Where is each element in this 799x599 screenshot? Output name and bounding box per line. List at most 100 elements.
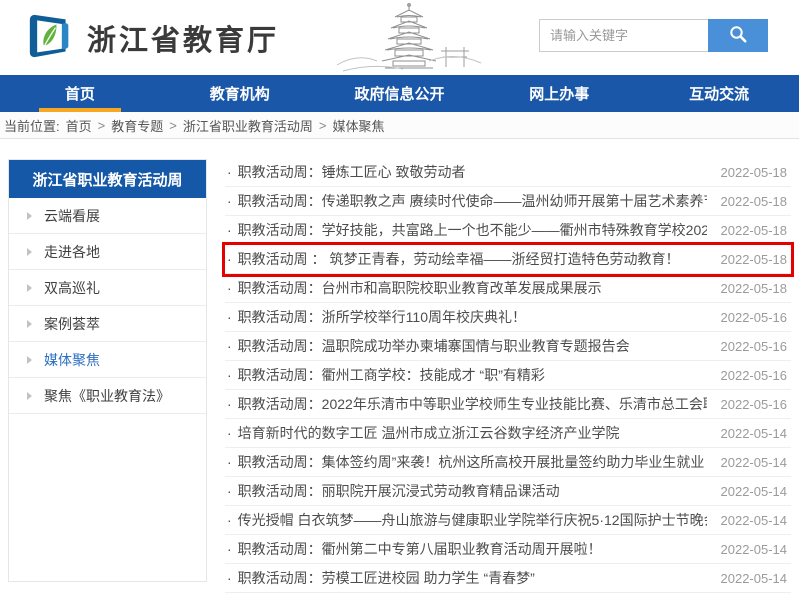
news-title-text: 传光授帽 白衣筑梦——舟山旅游与健康职业学院举行庆祝5·12国际护士节晚会 [238, 510, 707, 530]
news-title-text: 职教活动周：集体签约周”来袭！杭州这所高校开展批量签约助力毕业生就业 [238, 452, 705, 472]
bullet: · [227, 164, 232, 180]
news-row: ·职教活动周：丽职院开展沉浸式劳动教育精品课活动 2022-05-14 [225, 477, 791, 506]
news-title-text: 职教活动周：台州市和高职院校职业教育改革发展成果展示 [238, 278, 602, 298]
nav-item-interaction[interactable]: 互动交流 [639, 75, 799, 112]
news-row: ·职教活动周：浙所学校举行110周年校庆典礼！ 2022-05-16 [225, 303, 791, 332]
breadcrumb-separator: > [169, 118, 177, 133]
sidebar-item-label: 双高巡礼 [44, 278, 100, 298]
site-logo[interactable]: 浙江省教育厅 [28, 10, 279, 65]
news-list: · 职教活动周：锤炼工匠心 致敬劳动者 2022-05-18 · 职教活动周：传递职… [225, 158, 791, 593]
news-link[interactable]: ·职教活动周：学好技能，共富路上一个也不能少——衢州市特殊教育学校2022年职业… [225, 220, 707, 240]
bullet: · [227, 251, 232, 267]
news-date: 2022-05-18 [721, 281, 792, 296]
sidebar-item-label: 案例荟萃 [44, 314, 100, 334]
content-area: 浙江省职业教育活动周 云端看展 走进各地 双高巡礼 案例荟萃 媒体聚焦 聚焦《职… [0, 139, 799, 599]
news-title-text: 职教活动周：传递职教之声 赓续时代使命——温州幼师开展第十届艺术素养节比赛暨职业… [238, 191, 707, 211]
nav-item-online-services[interactable]: 网上办事 [479, 75, 639, 112]
breadcrumb-separator: > [319, 118, 327, 133]
bullet: · [227, 367, 232, 383]
sidebar-item-label: 云端看展 [44, 206, 100, 226]
news-date: 2022-05-14 [721, 455, 792, 470]
nav-label: 首页 [65, 83, 95, 104]
news-row: · 职教活动周：衢州第二中专第八届职业教育活动周开展啦！ 2022-05-14 [225, 535, 791, 564]
news-link[interactable]: · 职教活动周：温职院成功举办柬埔寨国情与职业教育专题报告会 [225, 336, 630, 356]
sidebar-item-regions[interactable]: 走进各地 [9, 234, 206, 270]
nav-label: 政府信息公开 [354, 83, 444, 104]
news-date: 2022-05-16 [721, 368, 792, 383]
news-link[interactable]: ·职教活动周：丽职院开展沉浸式劳动教育精品课活动 [225, 481, 560, 501]
bullet: · [227, 425, 232, 441]
news-row-highlighted: ·职教活动周 ： 筑梦正青春，劳动绘幸福——浙经贸打造特色劳动教育！ 2022-… [225, 245, 791, 274]
news-link[interactable]: · 职教活动周：集体签约周”来袭！杭州这所高校开展批量签约助力毕业生就业 [225, 452, 704, 472]
sidebar: 浙江省职业教育活动周 云端看展 走进各地 双高巡礼 案例荟萃 媒体聚焦 聚焦《职… [8, 159, 207, 582]
news-row: ·职教活动周：劳模工匠进校园 助力学生 “青春梦” 2022-05-14 [225, 564, 791, 593]
chevron-right-icon [27, 392, 32, 400]
news-link[interactable]: · 职教活动周：2022年乐清市中等职业学校师生专业技能比赛、乐清市总工会职业技术… [225, 394, 707, 414]
book-leaf-icon [28, 10, 72, 65]
news-row: ·职教活动周：锤炼工匠心 致敬劳动者 2022-05-18 [225, 158, 791, 187]
breadcrumb: 当前位置: 首页 > 教育专题 > 浙江省职业教育活动周 > 媒体聚焦 [0, 112, 799, 139]
nav-item-gov-info[interactable]: 政府信息公开 [320, 75, 480, 112]
news-link[interactable]: · 培育新时代的数字工匠 温州市成立浙江云谷数字经济产业学院 [225, 423, 620, 443]
breadcrumb-separator: > [98, 118, 106, 133]
news-link[interactable]: · 职教活动周：锤炼工匠心 致敬劳动者 [225, 162, 466, 182]
news-title-text: 培育新时代的数字工匠 温州市成立浙江云谷数字经济产业学院 [238, 423, 620, 443]
news-row: ·传光授帽 白衣筑梦——舟山旅游与健康职业学院举行庆祝5·12国际护士节晚会 2… [225, 506, 791, 535]
nav-label: 网上办事 [529, 83, 589, 104]
bullet: · [227, 338, 232, 354]
sidebar-item-case-collection[interactable]: 案例荟萃 [9, 306, 206, 342]
bullet: · [227, 454, 232, 470]
news-link[interactable]: ·职教活动周 ： 筑梦正青春，劳动绘幸福——浙经贸打造特色劳动教育！ [225, 249, 679, 269]
news-title-text: 职教活动周：衢州工商学校：技能成才 “职”有精彩 [238, 365, 545, 385]
site-title: 浙江省教育厅 [87, 17, 279, 59]
news-row: ·职教活动周：台州市和高职院校职业教育改革发展成果展示 2022-05-18 [225, 274, 791, 303]
news-title-text: 职教活动周：衢州第二中专第八届职业教育活动周开展啦！ [238, 539, 602, 559]
sidebar-item-media-focus[interactable]: 媒体聚焦 [9, 342, 206, 378]
sidebar-item-label: 媒体聚焦 [44, 350, 100, 370]
search-input[interactable] [539, 19, 708, 52]
chevron-right-icon [27, 212, 32, 220]
magnifier-icon [728, 24, 748, 47]
news-title-text: 职教活动周：劳模工匠进校园 助力学生 “青春梦” [238, 568, 535, 588]
news-row: · 职教活动周：2022年乐清市中等职业学校师生专业技能比赛、乐清市总工会职业技术… [225, 390, 791, 419]
news-title-text: 职教活动周：温职院成功举办柬埔寨国情与职业教育专题报告会 [238, 336, 630, 356]
bullet: · [227, 541, 232, 557]
bullet: · [227, 396, 232, 412]
pagoda-sketch-icon [333, 1, 485, 79]
chevron-right-icon [27, 248, 32, 256]
news-title-text: 职教活动周：锤炼工匠心 致敬劳动者 [238, 162, 466, 182]
news-row: · 培育新时代的数字工匠 温州市成立浙江云谷数字经济产业学院 2022-05-14 [225, 419, 791, 448]
news-row: · 职教活动周：集体签约周”来袭！杭州这所高校开展批量签约助力毕业生就业 2022… [225, 448, 791, 477]
news-date: 2022-05-16 [721, 339, 792, 354]
nav-item-institutions[interactable]: 教育机构 [160, 75, 320, 112]
breadcrumb-edu-topics[interactable]: 教育专题 [111, 116, 163, 135]
news-link[interactable]: ·职教活动周：台州市和高职院校职业教育改革发展成果展示 [225, 278, 602, 298]
news-link[interactable]: · 职教活动周：传递职教之声 赓续时代使命——温州幼师开展第十届艺术素养节比赛暨职… [225, 191, 707, 211]
breadcrumb-current: 媒体聚焦 [332, 116, 384, 135]
news-title-text: 职教活动周：2022年乐清市中等职业学校师生专业技能比赛、乐清市总工会职业技术学… [238, 394, 707, 414]
news-link[interactable]: · 职教活动周：浙所学校举行110周年校庆典礼！ [225, 307, 526, 327]
sidebar-title: 浙江省职业教育活动周 [9, 160, 206, 198]
news-date: 2022-05-18 [721, 194, 792, 209]
news-link[interactable]: · 职教活动周：衢州工商学校：技能成才 “职”有精彩 [225, 365, 545, 385]
bullet: · [227, 193, 232, 209]
news-row: · 职教活动周：传递职教之声 赓续时代使命——温州幼师开展第十届艺术素养节比赛暨职… [225, 187, 791, 216]
news-link[interactable]: · 传光授帽 白衣筑梦——舟山旅游与健康职业学院举行庆祝5·12国际护士节晚会 [225, 510, 707, 530]
news-date: 2022-05-18 [721, 252, 792, 267]
bullet: · [227, 309, 232, 325]
sidebar-item-cloud-exhibition[interactable]: 云端看展 [9, 198, 206, 234]
search-button[interactable] [708, 19, 768, 52]
sidebar-item-shuanggao-tour[interactable]: 双高巡礼 [9, 270, 206, 306]
sidebar-item-vocational-education-law[interactable]: 聚焦《职业教育法》 [9, 378, 206, 414]
breadcrumb-activity-week[interactable]: 浙江省职业教育活动周 [183, 116, 313, 135]
news-link[interactable]: ·职教活动周：劳模工匠进校园 助力学生 “青春梦” [225, 568, 535, 588]
sidebar-item-label: 走进各地 [44, 242, 100, 262]
nav-item-home[interactable]: 首页 [0, 75, 160, 112]
news-link[interactable]: · 职教活动周：衢州第二中专第八届职业教育活动周开展啦！ [225, 539, 602, 559]
nav-label: 教育机构 [210, 83, 270, 104]
news-title-text: 职教活动周：浙所学校举行110周年校庆典礼！ [238, 307, 526, 327]
news-date: 2022-05-14 [721, 542, 792, 557]
bullet: · [227, 512, 232, 528]
news-date: 2022-05-14 [721, 426, 792, 441]
breadcrumb-home[interactable]: 首页 [66, 116, 92, 135]
